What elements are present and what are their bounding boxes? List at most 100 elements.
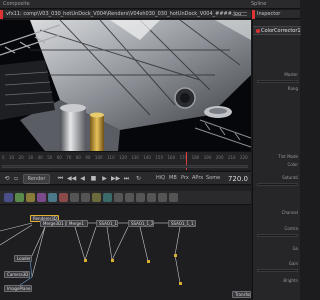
inspector-title: Inspector <box>257 11 281 17</box>
inspector-panel: ColorCorrector1 Master Rang Tint Mode Co… <box>252 20 301 300</box>
timeline-tick: 210 <box>227 155 236 160</box>
timeline-ticks: 0 10 20 30 40 50 60 70 80 90 100 110 120 130 140 150 160… <box>2 155 248 163</box>
saturation-slider[interactable] <box>257 183 298 186</box>
node-merge3d[interactable]: Merge3D1 <box>40 220 66 227</box>
inspector-label-color: Color <box>287 162 298 167</box>
timeline-tick: 120 <box>119 155 127 160</box>
inspector-tool-row[interactable]: ColorCorrector1 <box>253 26 301 35</box>
timeline-tick: 10 <box>9 155 15 160</box>
go-to-start-icon[interactable]: ⏮ <box>56 174 65 184</box>
node-ssao-a[interactable]: SSAO1_1_1 <box>96 220 118 227</box>
timeline-tick: 60 <box>56 155 62 160</box>
saver-tool-icon[interactable] <box>169 193 178 202</box>
paint-tool-icon[interactable] <box>15 193 24 202</box>
composite-tab[interactable]: Composite <box>3 1 30 7</box>
inspector-label-range: Rang <box>287 86 298 91</box>
viewer-header: vfx11: comp\V03_030_hotUnDock_V004\Rende… <box>0 10 251 19</box>
node-camera3d[interactable]: Camera3D1 <box>4 271 30 278</box>
viewer-grip-icon[interactable] <box>233 12 247 16</box>
aprx-toggle[interactable]: APrx <box>192 175 203 181</box>
inspector-label-tint-mode: Tint Mode <box>278 154 298 159</box>
particle-tool-icon[interactable] <box>114 193 123 202</box>
timeline-ruler[interactable]: 0 10 20 30 40 50 60 70 80 90 100 110 120 130 140 150 160… <box>0 151 251 170</box>
timeline-tick: 30 <box>28 155 34 160</box>
blur-tool-icon[interactable] <box>48 193 57 202</box>
inspector-header: Inspector <box>252 10 300 19</box>
node-loader[interactable]: Loader1 <box>14 255 32 262</box>
timeline-tick: 0 <box>2 155 5 160</box>
timeline-tick: 180 <box>191 155 200 160</box>
node-ssao-c[interactable]: SSAO1_1_1_1 <box>168 220 196 227</box>
timeline-tick: 110 <box>107 155 115 160</box>
timeline-tick: 50 <box>47 155 53 160</box>
gain-slider[interactable] <box>257 269 298 272</box>
inspector-label-master: Master <box>284 72 298 77</box>
merge-tool-icon[interactable] <box>37 193 46 202</box>
render-button[interactable]: Render <box>23 174 50 184</box>
space-station-render <box>0 20 251 151</box>
timeline-tick: 220 <box>240 155 248 160</box>
current-frame-field[interactable]: 720.0 <box>223 174 248 184</box>
camera-tool-icon[interactable] <box>136 193 145 202</box>
timeline-tick: 70 <box>66 155 72 160</box>
inspector-label-brightness: Brightn <box>283 278 298 283</box>
range-scrubber[interactable] <box>2 165 248 168</box>
text-tool-icon[interactable] <box>26 193 35 202</box>
spline-tab[interactable]: Spline <box>251 1 266 7</box>
timeline-tick: 40 <box>37 155 43 160</box>
polygon-tool-icon[interactable] <box>81 193 90 202</box>
inspector-label-gain: Gain <box>288 261 298 266</box>
timeline-tick: 140 <box>143 155 151 160</box>
node-merge[interactable]: Merge1 <box>66 220 88 227</box>
light-tool-icon[interactable] <box>147 193 156 202</box>
transport-bar: ⟲ ▫ Render ⏮ ◀◀ ◀ ■ ▶ ▶▶ ⏭ ↻ HiQ MB Prx … <box>0 171 251 185</box>
timeline-tick: 80 <box>75 155 81 160</box>
hiq-toggle[interactable]: HiQ <box>156 175 165 181</box>
play-reverse-fast-icon[interactable]: ◀◀ <box>67 174 76 184</box>
3d-tool-icon[interactable] <box>103 193 112 202</box>
some-toggle[interactable]: Some <box>206 175 220 181</box>
mask-tool-icon[interactable] <box>70 193 79 202</box>
tracker-tool-icon[interactable] <box>125 193 134 202</box>
inspector-label-gamma: Ga <box>292 246 298 251</box>
loop-icon[interactable]: ⟲ <box>3 174 11 184</box>
tool-enable-icon[interactable] <box>256 29 260 33</box>
master-slider[interactable] <box>257 80 298 83</box>
node-toolbar <box>0 191 251 205</box>
loader-tool-icon[interactable] <box>158 193 167 202</box>
inspector-tool-name: ColorCorrector1 <box>261 28 301 34</box>
viewer-path: vfx11: comp\V03_030_hotUnDock_V004\Rende… <box>6 11 242 17</box>
play-fast-icon[interactable]: ▶▶ <box>111 174 120 184</box>
contrast-slider[interactable] <box>257 234 298 237</box>
title-bar: Composite Spline <box>0 0 300 9</box>
timeline-tick: 100 <box>94 155 103 160</box>
color-tool-icon[interactable] <box>59 193 68 202</box>
node-ssao-b[interactable]: SSAO1_1_2 <box>128 220 154 227</box>
play-reverse-icon[interactable]: ◀ <box>78 174 87 184</box>
node-transform[interactable]: Transform1 <box>232 291 251 298</box>
mb-toggle[interactable]: MB <box>169 175 177 181</box>
timeline-tick: 160 <box>167 155 176 160</box>
go-to-end-icon[interactable]: ⏭ <box>122 174 131 184</box>
inspector-label-contrast: Contra <box>284 226 298 231</box>
timeline-tick: 190 <box>203 155 212 160</box>
prx-toggle[interactable]: Prx <box>181 175 189 181</box>
step-icon[interactable]: ▫ <box>12 174 20 184</box>
inspector-label-saturation: Saturati <box>282 175 298 180</box>
timeline-tick: 200 <box>215 155 224 160</box>
timeline-tick: 90 <box>85 155 91 160</box>
node-editor[interactable]: Renderer3D1 Merge3D1 Merge1 SSAO1_1_1 SS… <box>0 205 251 300</box>
timeline-tick: 130 <box>131 155 139 160</box>
inspector-active-indicator <box>252 10 255 19</box>
viewer-active-indicator <box>0 10 3 19</box>
node-imageplane3d[interactable]: ImagePlane3D1 <box>4 285 32 292</box>
inspector-label-channel: Channel <box>281 210 298 215</box>
loop-toggle-icon[interactable]: ↻ <box>134 174 143 184</box>
background-tool-icon[interactable] <box>4 193 13 202</box>
timeline-tick: 20 <box>18 155 24 160</box>
stop-icon[interactable]: ■ <box>89 174 98 184</box>
timeline-tick: 150 <box>155 155 164 160</box>
play-icon[interactable]: ▶ <box>100 174 109 184</box>
viewer-image[interactable] <box>0 20 251 151</box>
transform-tool-icon[interactable] <box>92 193 101 202</box>
